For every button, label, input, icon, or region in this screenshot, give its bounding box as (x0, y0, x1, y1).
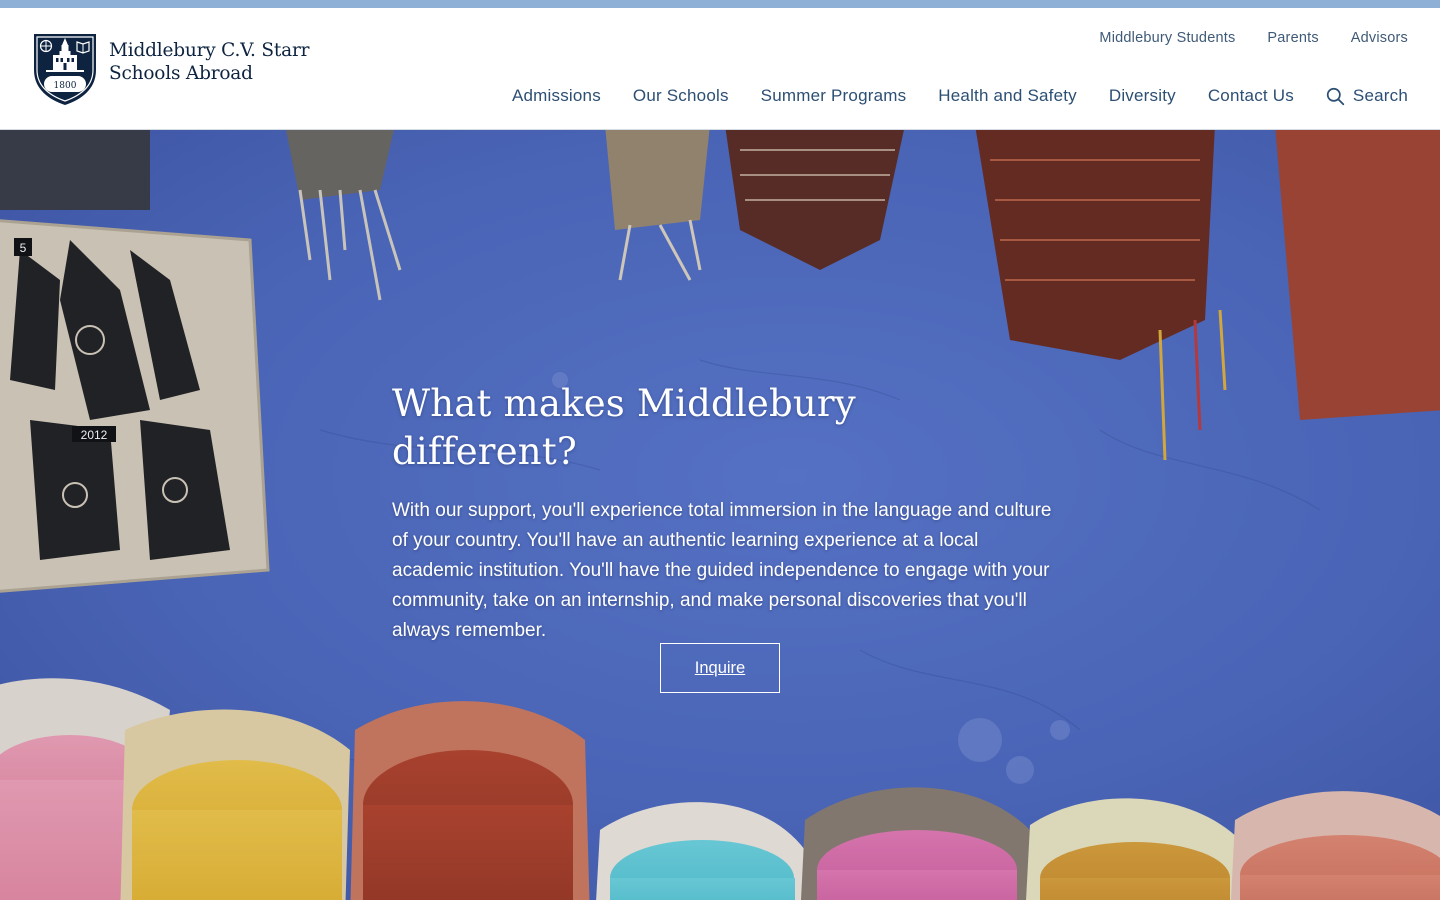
site-header: 1800 Middlebury C.V. Starr Schools Abroa… (0, 8, 1440, 130)
hero-copy: What makes Middlebury different? With ou… (392, 380, 1052, 646)
nav-link-diversity[interactable]: Diversity (1109, 86, 1176, 106)
site-logo-link[interactable]: 1800 Middlebury C.V. Starr Schools Abroa… (32, 32, 309, 106)
brand-name-line-2: Schools Abroad (109, 63, 253, 84)
nav-link-summer-programs[interactable]: Summer Programs (761, 86, 907, 106)
crest-logo-icon: 1800 (34, 34, 96, 105)
hero-description: With our support, you'll experience tota… (392, 500, 1052, 641)
utility-link-advisors[interactable]: Advisors (1351, 30, 1408, 46)
nav-link-health-and-safety[interactable]: Health and Safety (938, 86, 1077, 106)
inquire-button[interactable]: Inquire (660, 643, 780, 693)
nav-link-admissions[interactable]: Admissions (512, 86, 601, 106)
search-label: Search (1352, 86, 1408, 105)
utility-link-middlebury-students[interactable]: Middlebury Students (1099, 30, 1235, 46)
top-accent-strip (0, 0, 1440, 8)
nav-link-our-schools[interactable]: Our Schools (633, 86, 729, 106)
crest-year: 1800 (54, 81, 77, 91)
utility-link-parents[interactable]: Parents (1267, 30, 1318, 46)
search-button[interactable]: Search (1326, 86, 1408, 106)
brand-name: Middlebury C.V. Starr Schools Abroad (109, 39, 309, 85)
hero-banner: 5 2012 What makes Middlebury different? … (0, 130, 1440, 900)
main-nav: Admissions Our Schools Summer Programs H… (512, 86, 1408, 106)
nav-link-contact-us[interactable]: Contact Us (1208, 86, 1294, 106)
brand-name-line-1: Middlebury C.V. Starr (109, 40, 310, 61)
utility-nav: Middlebury Students Parents Advisors (1099, 30, 1408, 46)
search-icon (1326, 87, 1345, 105)
hero-title: What makes Middlebury different? (392, 382, 856, 473)
